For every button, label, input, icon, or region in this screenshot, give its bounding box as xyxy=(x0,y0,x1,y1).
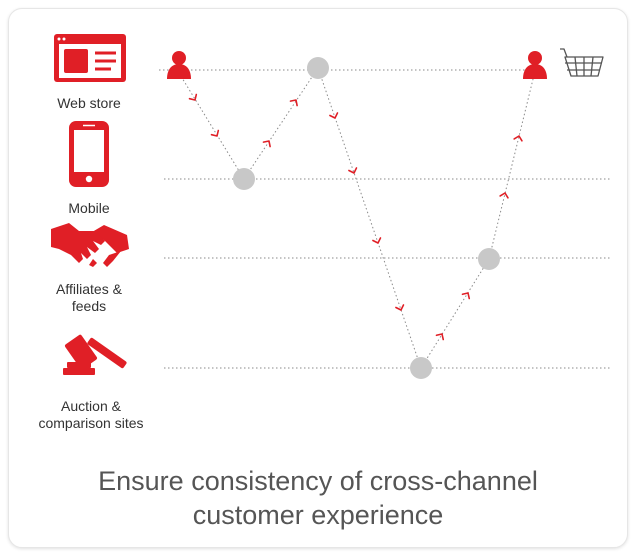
shopping-basket-icon xyxy=(560,48,604,77)
diagram-caption: Ensure consistency of cross-channel cust… xyxy=(98,466,538,530)
path-segment xyxy=(488,70,536,260)
direction-arrows xyxy=(188,93,523,341)
channel-label-mobile: Mobile xyxy=(68,200,110,216)
channel-lanes xyxy=(159,69,611,369)
arrow-chevron xyxy=(210,129,220,137)
path-segment xyxy=(178,72,245,180)
touchpoint-nodes xyxy=(233,57,500,379)
handshake-icon xyxy=(51,223,129,267)
journey-path xyxy=(178,67,536,369)
arrow-chevron xyxy=(499,192,509,199)
path-segment xyxy=(420,258,490,369)
arrow-chevron xyxy=(461,292,471,300)
arrow-chevron xyxy=(329,112,339,119)
gavel-icon xyxy=(63,334,127,375)
customer-person-icon xyxy=(523,51,547,79)
customer-person-icon xyxy=(167,51,191,79)
mobile-phone-icon xyxy=(69,121,109,187)
arrow-chevron xyxy=(435,333,445,341)
arrow-chevron xyxy=(372,237,382,244)
arrow-chevron xyxy=(395,304,405,311)
journey-diagram-card: Web store Mobile Affiliates & feeds Auct… xyxy=(8,8,628,548)
arrow-chevron xyxy=(262,140,271,148)
channel-label-affiliates-feeds: Affiliates & feeds xyxy=(56,281,122,314)
arrow-chevron xyxy=(289,99,298,107)
touchpoint-node xyxy=(410,357,432,379)
web-store-icon xyxy=(54,34,126,82)
path-segment xyxy=(317,67,422,369)
channel-label-auction-comparison: Auction & comparison sites xyxy=(38,398,144,431)
path-segment xyxy=(243,67,319,180)
touchpoint-node xyxy=(307,57,329,79)
journey-diagram xyxy=(51,34,611,379)
channel-label-web-store: Web store xyxy=(57,95,121,111)
touchpoint-node xyxy=(233,168,255,190)
touchpoint-node xyxy=(478,248,500,270)
